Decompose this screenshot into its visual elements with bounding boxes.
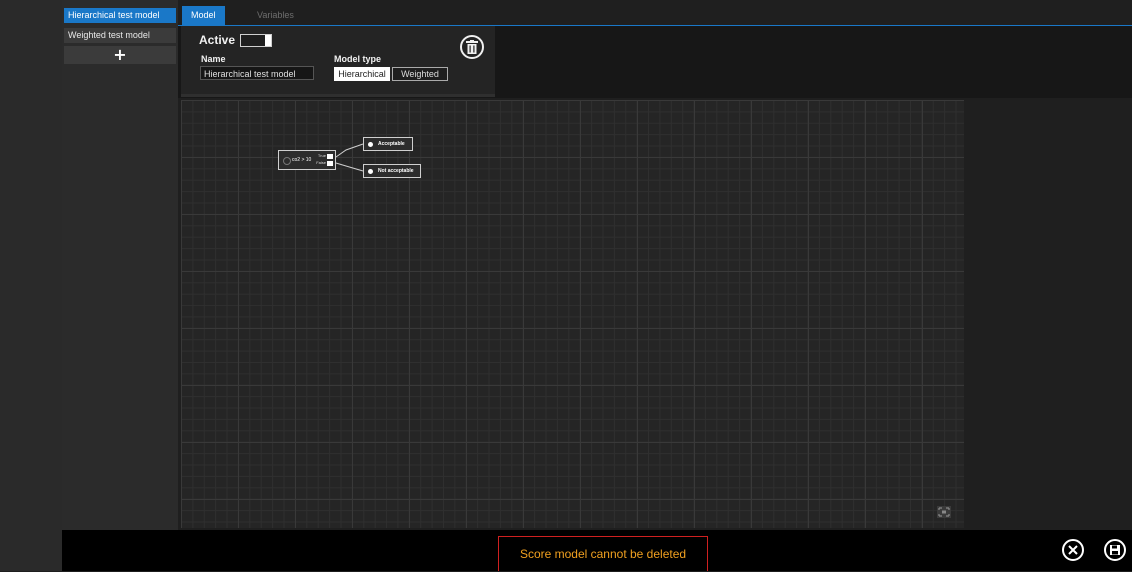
- fit-to-screen-icon[interactable]: [937, 506, 951, 518]
- output-node-acceptable[interactable]: Acceptable: [363, 137, 413, 151]
- name-label: Name: [201, 54, 226, 64]
- true-port-label: True: [317, 153, 326, 158]
- model-graph-canvas[interactable]: co2 > 10 True False Acceptable Not accep…: [181, 100, 964, 528]
- close-circle-icon: [1068, 545, 1078, 555]
- tab-model[interactable]: Model: [182, 6, 225, 25]
- save-icon: [1110, 545, 1120, 555]
- tab-bar: Model Variables: [178, 6, 1132, 26]
- tab-variables[interactable]: Variables: [248, 6, 303, 25]
- output-label: Acceptable: [378, 141, 405, 147]
- save-button[interactable]: [1104, 539, 1126, 561]
- output-dot: [368, 142, 373, 147]
- model-header: Active Name Hierarchical test model Mode…: [178, 26, 1132, 98]
- false-port[interactable]: [327, 161, 333, 166]
- model-type-label: Model type: [334, 54, 382, 64]
- sidebar-item-weighted-test-model[interactable]: Weighted test model: [64, 28, 176, 43]
- model-list-sidebar: Hierarchical test model Weighted test mo…: [62, 0, 178, 530]
- toggle-knob: [265, 35, 271, 46]
- model-type-hierarchical-button[interactable]: Hierarchical: [334, 67, 390, 81]
- active-label: Active: [199, 33, 236, 47]
- condition-node[interactable]: co2 > 10 True False: [278, 150, 336, 170]
- false-port-label: False: [316, 160, 326, 165]
- bottom-status-bar: Score model cannot be deleted: [62, 530, 1132, 571]
- node-input-port: [283, 157, 291, 165]
- output-node-not-acceptable[interactable]: Not acceptable: [363, 164, 421, 178]
- delete-model-button[interactable]: [460, 35, 484, 59]
- main-area: Model Variables Active Name Hierarchical…: [178, 0, 1132, 530]
- active-toggle[interactable]: [240, 34, 272, 47]
- add-model-button[interactable]: +: [64, 46, 176, 64]
- output-label: Not acceptable: [378, 168, 414, 174]
- condition-text: co2 > 10: [292, 157, 312, 163]
- output-dot: [368, 169, 373, 174]
- error-message: Score model cannot be deleted: [498, 536, 708, 571]
- close-button[interactable]: [1062, 539, 1084, 561]
- trash-icon: [466, 40, 478, 54]
- left-gutter: [0, 0, 62, 571]
- true-port[interactable]: [327, 154, 333, 159]
- model-properties-panel: Active Name Hierarchical test model Mode…: [181, 26, 495, 97]
- model-type-weighted-button[interactable]: Weighted: [392, 67, 448, 81]
- name-input[interactable]: Hierarchical test model: [200, 66, 314, 80]
- sidebar-item-hierarchical-test-model[interactable]: Hierarchical test model: [64, 8, 176, 23]
